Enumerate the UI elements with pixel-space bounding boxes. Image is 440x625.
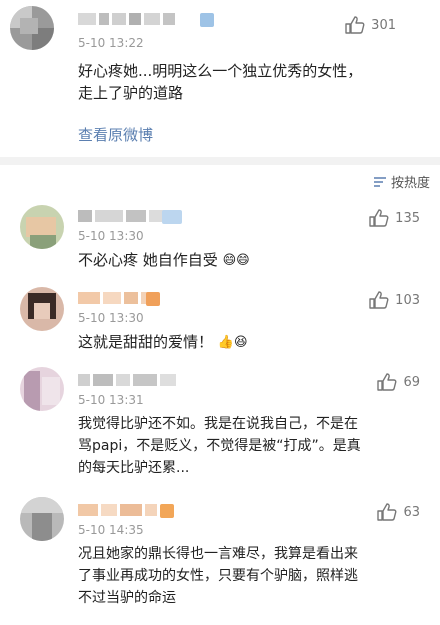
thumbs-up-icon <box>369 209 389 227</box>
avatar[interactable] <box>20 287 64 331</box>
thumbs-up-icon <box>369 291 389 309</box>
verified-badge-icon <box>200 13 214 27</box>
badge-icon <box>160 504 174 518</box>
comment-text-line: 况且她家的鼎长得也一言难尽，我算是看出来 <box>78 546 358 562</box>
username-blurred[interactable] <box>78 12 175 26</box>
comment-text: 我觉得比驴还不如。我是在说我自己，不是在 骂papi，不是贬义，不觉得是被“打成… <box>78 413 361 479</box>
divider <box>0 157 440 165</box>
post-text-line: 走上了驴的道路 <box>78 84 184 102</box>
comment-text: 况且她家的鼎长得也一言难尽，我算是看出来 了事业再成功的女性，只要有个驴脑，照样… <box>78 543 358 609</box>
smile-emoji-icon: 😄 <box>222 252 237 268</box>
avatar[interactable] <box>20 367 64 411</box>
laugh-emoji-icon: 😆 <box>233 334 248 350</box>
comment-text-line: 我觉得比驴还不如。我是在说我自己，不是在 <box>78 416 358 432</box>
smile-emoji-icon: 😄 <box>236 252 250 268</box>
comment-time: 5-10 13:30 <box>78 311 144 325</box>
thumbs-up-icon <box>345 16 365 34</box>
comment-text: 不必心疼 她自作自受 😄😄 <box>78 249 250 272</box>
comment-time: 5-10 13:30 <box>78 229 144 243</box>
comment-text: 这就是甜甜的爱情！ 👍😆 <box>78 331 248 354</box>
avatar[interactable] <box>20 497 64 541</box>
like-button[interactable]: 103 <box>369 291 420 309</box>
like-count: 103 <box>395 292 420 308</box>
badge-icon <box>146 292 160 306</box>
like-button[interactable]: 63 <box>377 503 420 521</box>
like-count: 301 <box>371 17 396 33</box>
main-post: 5-10 13:22 301 好心疼她...明明这么一个独立优秀的女性， 走上了… <box>0 0 440 157</box>
username-blurred[interactable] <box>78 291 153 305</box>
avatar[interactable] <box>20 205 64 249</box>
sort-bar: 按热度 <box>0 165 440 197</box>
comment-time: 5-10 14:35 <box>78 523 144 537</box>
like-button[interactable]: 135 <box>369 209 420 227</box>
like-count: 63 <box>403 504 420 520</box>
comment-text-line: 不必心疼 她自作自受 <box>78 251 218 269</box>
badge-icon <box>162 210 182 224</box>
comment-list: 5-10 13:30 135 不必心疼 她自作自受 😄😄 5-10 13:30 … <box>0 197 440 625</box>
sort-label: 按热度 <box>390 176 430 191</box>
like-count: 135 <box>395 210 420 226</box>
post-time: 5-10 13:22 <box>78 36 144 50</box>
like-button[interactable]: 301 <box>345 16 396 34</box>
comment-text-line: 了事业再成功的女性，只要有个驴脑，照样逃 <box>78 568 358 584</box>
username-blurred[interactable] <box>78 503 157 517</box>
comment-text-line: 骂papi，不是贬义，不觉得是被“打成”。是真 <box>78 438 361 454</box>
sort-by-hot-button[interactable]: 按热度 <box>373 172 430 191</box>
view-original-link[interactable]: 查看原微博 <box>78 124 153 145</box>
like-count: 69 <box>403 374 420 390</box>
post-text-line: 好心疼她...明明这么一个独立优秀的女性， <box>78 62 363 80</box>
like-button[interactable]: 69 <box>377 373 420 391</box>
comment-time: 5-10 13:31 <box>78 393 144 407</box>
username-blurred[interactable] <box>78 373 176 387</box>
avatar[interactable] <box>10 6 54 50</box>
thumbs-up-icon <box>377 503 397 521</box>
thumbs-up-icon <box>377 373 397 391</box>
thumb-emoji-icon: 👍 <box>217 334 234 350</box>
comment-text-line: 这就是甜甜的爱情！ <box>78 333 214 351</box>
comment-text-line: 的每天比驴还累... <box>78 460 190 476</box>
comment-text-line: 不过当驴的命运 <box>78 590 176 606</box>
sort-lines-icon <box>373 176 386 187</box>
username-blurred[interactable] <box>78 209 165 223</box>
post-text: 好心疼她...明明这么一个独立优秀的女性， 走上了驴的道路 <box>78 60 362 104</box>
